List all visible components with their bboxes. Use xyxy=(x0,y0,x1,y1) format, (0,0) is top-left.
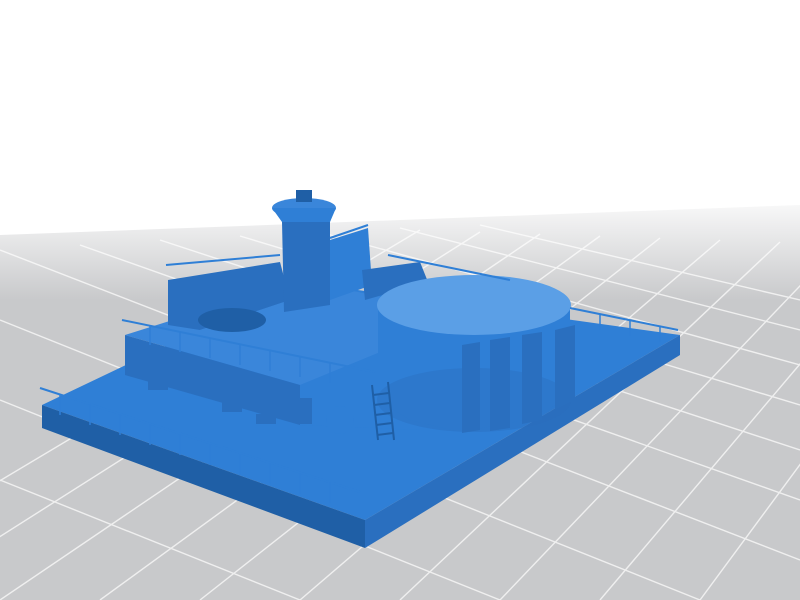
turret-top xyxy=(377,275,571,335)
deck-drum xyxy=(326,406,354,434)
left-gun-tub xyxy=(198,308,266,332)
tower-cap xyxy=(272,208,336,222)
tower-body xyxy=(282,218,330,312)
render-svg xyxy=(0,0,800,600)
render-viewport xyxy=(0,0,800,600)
tower-equipment xyxy=(296,190,312,202)
